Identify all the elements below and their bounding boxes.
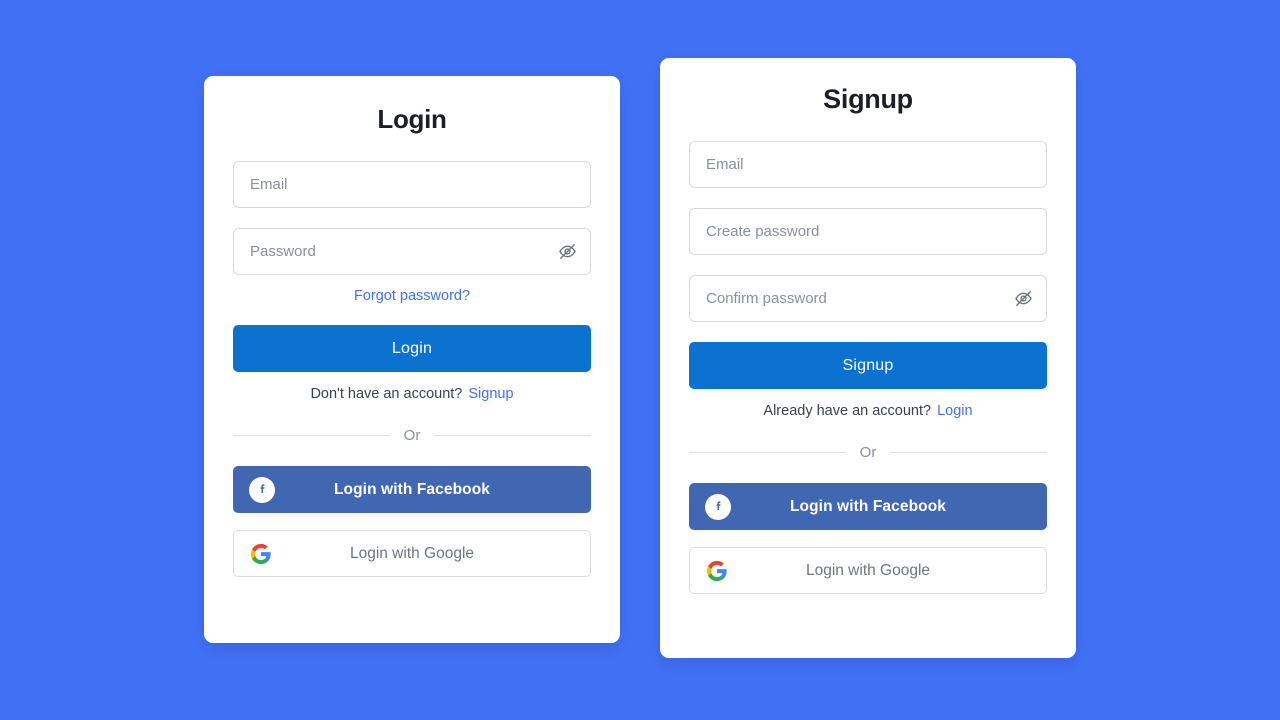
eye-off-icon (558, 242, 577, 261)
signup-confirm-password-field[interactable] (689, 275, 1047, 322)
login-email-field[interactable] (233, 161, 591, 208)
signup-submit-button[interactable]: Signup (689, 342, 1047, 389)
signup-google-label: Login with Google (805, 561, 931, 579)
signup-divider-label: Or (859, 444, 877, 461)
signup-confirm-password-input[interactable] (690, 276, 1004, 321)
signup-create-password-input[interactable] (690, 209, 1046, 254)
goto-signup-link[interactable]: Signup (468, 386, 513, 402)
google-icon (250, 543, 272, 565)
login-google-button[interactable]: Login with Google (233, 530, 591, 577)
login-forgot-row: Forgot password? (233, 287, 591, 305)
login-password-field[interactable] (233, 228, 591, 275)
login-switch-prompt: Don't have an account? (310, 386, 463, 402)
signup-or-divider: Or (689, 444, 1048, 461)
login-facebook-button[interactable]: Login with Facebook (233, 466, 591, 513)
login-divider-label: Or (403, 427, 421, 444)
login-toggle-password-button[interactable] (548, 229, 586, 274)
facebook-icon (705, 493, 731, 520)
login-card: Login Forgot password? Login Don't have … (204, 76, 620, 643)
login-email-input[interactable] (234, 162, 590, 207)
signup-switch-prompt: Already have an account? (763, 403, 932, 419)
divider-rule-right (890, 452, 1048, 453)
signup-title: Signup (823, 84, 913, 114)
forgot-password-link[interactable]: Forgot password? (354, 288, 470, 304)
signup-google-button[interactable]: Login with Google (689, 547, 1047, 594)
login-password-input[interactable] (234, 229, 548, 274)
signup-toggle-password-button[interactable] (1004, 276, 1042, 321)
signup-email-input[interactable] (690, 142, 1046, 187)
signup-facebook-label: Login with Facebook (789, 497, 947, 515)
divider-rule-left (689, 452, 846, 453)
divider-rule-left (233, 435, 390, 436)
google-icon (706, 560, 728, 582)
signup-create-password-field[interactable] (689, 208, 1047, 255)
signup-switch-row: Already have an account? Login (689, 403, 1047, 419)
login-facebook-label: Login with Facebook (333, 480, 491, 498)
login-or-divider: Or (233, 427, 592, 444)
login-submit-button[interactable]: Login (233, 325, 591, 372)
signup-email-field[interactable] (689, 141, 1047, 188)
signup-card: Signup Signup Already have an account? L… (660, 58, 1076, 658)
signup-facebook-button[interactable]: Login with Facebook (689, 483, 1047, 530)
goto-login-link[interactable]: Login (937, 403, 972, 419)
eye-off-icon (1014, 289, 1033, 308)
login-title: Login (377, 104, 447, 134)
facebook-icon (249, 476, 275, 503)
login-google-label: Login with Google (349, 544, 475, 562)
login-switch-row: Don't have an account? Signup (233, 386, 591, 402)
divider-rule-right (434, 435, 592, 436)
